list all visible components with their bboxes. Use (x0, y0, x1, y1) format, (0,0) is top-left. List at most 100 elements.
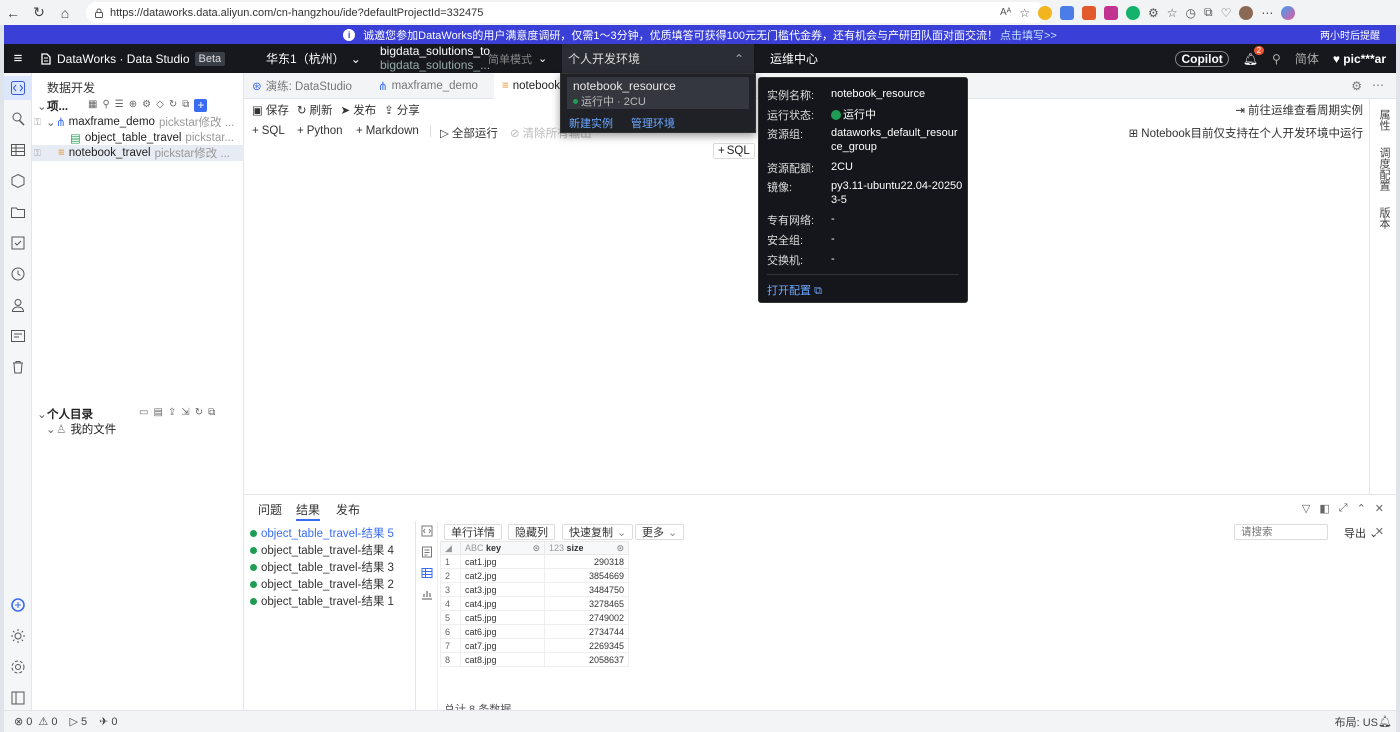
data-dev-icon[interactable] (4, 76, 32, 100)
tree-item-notebook[interactable]: ⚿ ≡ notebook_travel pickstar修改 ... (32, 145, 244, 161)
share-button[interactable]: ⇪ 分享 (384, 102, 420, 118)
refresh-button[interactable]: ↻ 刷新 (297, 102, 333, 118)
row-detail-button[interactable]: 单行详情 (444, 524, 502, 540)
project-selector[interactable]: bigdata_solutions_to bigdata_solutions_.… (380, 44, 490, 72)
extension-icon[interactable] (1125, 5, 1140, 20)
inline-add-sql-button[interactable]: + SQL (713, 143, 755, 159)
new-file-icon[interactable]: ▤ (153, 407, 162, 418)
notification-bell-icon[interactable]: 🔔︎ 2 (1243, 45, 1265, 66)
read-aloud-icon[interactable]: Aᴬ (1000, 7, 1011, 18)
refresh-icon[interactable]: ↻ (195, 407, 203, 418)
warning-status[interactable]: ⚠ 0 (38, 715, 57, 728)
browser-essentials-icon[interactable]: ♡ (1221, 6, 1232, 20)
collapse-icon[interactable]: ⧉ (208, 407, 215, 418)
reload-icon[interactable]: ↻ (26, 0, 52, 25)
cell-size[interactable]: 3278465 (544, 596, 629, 611)
result-item[interactable]: object_table_travel-结果 4 (250, 542, 394, 558)
split-icon[interactable]: ◧ (1319, 502, 1329, 515)
cube-icon[interactable] (4, 169, 32, 193)
cell-size[interactable]: 290318 (544, 554, 629, 569)
mode-selector[interactable]: 简单模式 ⌄ (488, 51, 547, 67)
trash-icon[interactable] (4, 355, 32, 379)
publish-button[interactable]: ➤ 发布 (341, 102, 377, 118)
copilot-browser-icon[interactable] (1281, 5, 1296, 20)
more-icon[interactable]: ⋯ (1372, 78, 1384, 92)
table-row[interactable]: 7 cat7.jpg 2269345 (440, 638, 629, 653)
table-view-icon[interactable] (421, 567, 433, 579)
extension-icon[interactable] (1103, 5, 1118, 20)
manage-env-link[interactable]: 管理环境 (631, 115, 675, 131)
tab-results[interactable]: 结果 (296, 501, 321, 521)
user-icon[interactable] (4, 293, 32, 317)
folder-icon[interactable] (4, 200, 32, 224)
region-selector[interactable]: 华东1（杭州） ⌄ (266, 50, 361, 67)
cell-key[interactable]: cat3.jpg (460, 582, 545, 597)
send-status[interactable]: ✈ 0 (99, 715, 117, 728)
goto-ops-button[interactable]: ⇥ 前往运维查看周期实例 (1235, 102, 1363, 118)
cell-size[interactable]: 2749002 (544, 610, 629, 625)
add-markdown-button[interactable]: + Markdown (356, 125, 419, 137)
code-view-icon[interactable] (421, 525, 433, 537)
versions-tab[interactable]: 版本 (1370, 203, 1397, 233)
settings-icon[interactable]: ⚙ (142, 99, 151, 112)
result-item[interactable]: object_table_travel-结果 5 (250, 525, 394, 541)
notification-icon[interactable]: 🔔︎ (1378, 715, 1392, 728)
address-bar[interactable]: https://dataworks.data.aliyun.com/cn-han… (86, 2, 1046, 23)
cell-key[interactable]: cat2.jpg (460, 568, 545, 583)
run-status[interactable]: ▷ 5 (69, 715, 87, 728)
extension-icon[interactable] (1059, 5, 1074, 20)
settings-gear-icon[interactable] (4, 655, 32, 679)
chart-view-icon[interactable] (421, 588, 433, 600)
schedule-config-tab[interactable]: 调度配置 (1370, 143, 1397, 195)
cell-key[interactable]: cat5.jpg (460, 610, 545, 625)
cell-size[interactable]: 2058637 (544, 652, 629, 667)
run-all-button[interactable]: ▷ 全部运行 (440, 125, 498, 141)
search-icon[interactable]: ⚲ (1272, 52, 1281, 66)
history-icon[interactable]: ◷ (1186, 6, 1196, 20)
browser-avatar[interactable] (1239, 5, 1254, 20)
export-button[interactable]: 导出 ⌄ (1344, 525, 1378, 541)
cell-size[interactable]: 2269345 (544, 638, 629, 653)
open-config-link[interactable]: 打开配置 ⧉ (767, 282, 822, 298)
quick-copy-button[interactable]: 快速复制 ⌄ (562, 524, 634, 540)
layout-indicator[interactable]: 布局: US (1335, 714, 1378, 730)
toggle-panel-icon[interactable] (4, 686, 32, 710)
extension-icon[interactable] (1037, 5, 1052, 20)
form-icon[interactable] (4, 324, 32, 348)
clock-icon[interactable] (4, 262, 32, 286)
my-files[interactable]: ⌄ ♙ 我的文件 (32, 421, 244, 437)
folder-grid-icon[interactable]: ▦ (88, 99, 97, 112)
extensions-puzzle-icon[interactable]: ⚙ (1148, 6, 1159, 20)
column-menu-icon[interactable]: ⊙ (616, 543, 624, 554)
cell-size[interactable]: 3484750 (544, 582, 629, 597)
maximize-icon[interactable]: ⤢ (1339, 502, 1348, 515)
brand[interactable]: DataWorks · Data Studio Beta (40, 51, 226, 66)
tab-notebook[interactable]: ≡ notebook (494, 73, 564, 99)
import-icon[interactable]: ⇲ (181, 407, 189, 418)
ai-assistant-icon[interactable] (4, 593, 32, 617)
back-icon[interactable]: ← (0, 0, 26, 25)
close-icon[interactable]: ✕ (1375, 525, 1384, 538)
extension-icon[interactable] (1081, 5, 1096, 20)
result-item[interactable]: object_table_travel-结果 1 (250, 593, 394, 609)
new-folder-icon[interactable]: ▭ (139, 407, 148, 418)
copilot-button[interactable]: Copilot (1175, 50, 1229, 67)
ops-center-link[interactable]: 运维中心 (770, 50, 818, 67)
home-icon[interactable]: ⌂ (52, 0, 78, 25)
user-menu[interactable]: ♥ pic***ar (1333, 52, 1386, 66)
tab-datastudio[interactable]: ⊛ 演练: DataStudio (244, 73, 360, 99)
column-header-key[interactable]: ABC key ⊙ (460, 541, 545, 555)
result-item[interactable]: object_table_travel-结果 3 (250, 559, 394, 575)
cell-size[interactable]: 2734744 (544, 624, 629, 639)
chevron-up-icon[interactable]: ⌃ (1357, 502, 1366, 515)
site-info-icon[interactable] (94, 8, 104, 18)
refresh-icon[interactable]: ↻ (169, 99, 177, 112)
tag-icon[interactable]: ◇ (156, 99, 164, 112)
tab-publish[interactable]: 发布 (336, 501, 360, 518)
filter-icon[interactable]: ☰ (115, 99, 124, 112)
upload-icon[interactable]: ⇪ (168, 407, 176, 418)
remind-later-button[interactable]: 两小时后提醒 (1320, 27, 1380, 42)
table-row[interactable]: 5 cat5.jpg 2749002 (440, 610, 629, 625)
more-button[interactable]: 更多 ⌄ (635, 524, 685, 540)
add-python-button[interactable]: + Python (297, 125, 343, 137)
